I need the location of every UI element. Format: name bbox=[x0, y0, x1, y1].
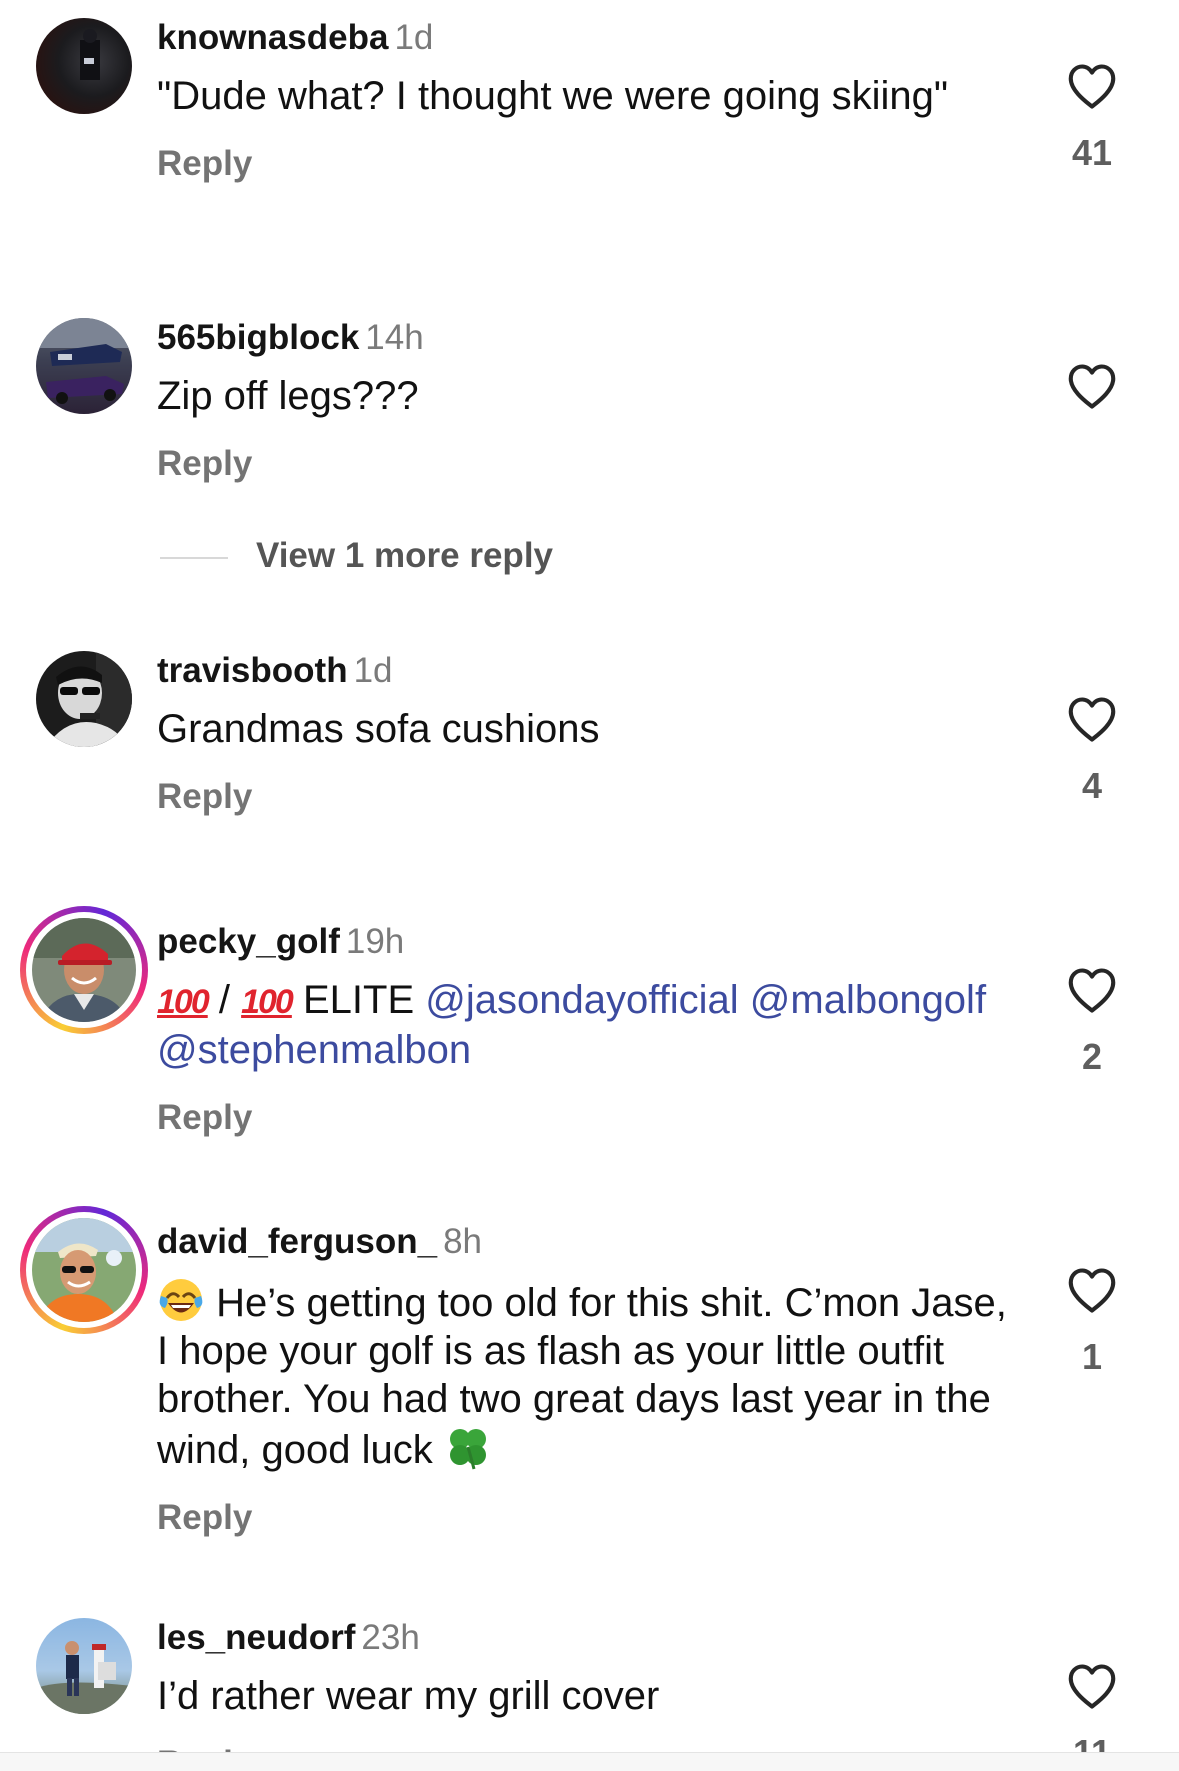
timestamp: 8h bbox=[443, 1222, 483, 1261]
comment-text: I’d rather wear my grill cover bbox=[157, 1674, 660, 1718]
comment-text: He’s getting too old for this shit. C’mo… bbox=[157, 1276, 1009, 1474]
comment-text: 100 / 100 ELITE @jasondayofficial @malbo… bbox=[157, 976, 1009, 1074]
reply-button[interactable]: Reply bbox=[157, 777, 252, 817]
heart-icon[interactable] bbox=[1066, 966, 1118, 1014]
timestamp: 23h bbox=[361, 1618, 420, 1657]
comment-header: pecky_golf 19h bbox=[157, 922, 1009, 962]
like-control: 1 bbox=[1060, 1266, 1124, 1378]
hundred-points-emoji: 100 bbox=[241, 983, 294, 1021]
avatar[interactable] bbox=[20, 906, 148, 1034]
avatar-image bbox=[36, 651, 132, 747]
mention-link[interactable]: @jasondayofficial bbox=[425, 978, 738, 1022]
like-control: 41 bbox=[1060, 62, 1124, 174]
like-count: 1 bbox=[1081, 1336, 1103, 1377]
timestamp: 14h bbox=[365, 318, 424, 357]
avatar[interactable] bbox=[36, 651, 132, 747]
like-count: 2 bbox=[1081, 1036, 1103, 1077]
four-leaf-clover-icon bbox=[449, 1429, 486, 1470]
avatar[interactable] bbox=[20, 1206, 148, 1334]
comment-header: les_neudorf 23h bbox=[157, 1618, 1009, 1658]
avatar-image bbox=[36, 1641, 132, 1714]
username[interactable]: pecky_golf bbox=[157, 922, 340, 961]
comment-text: Zip off legs??? bbox=[157, 374, 419, 418]
reply-button[interactable]: Reply bbox=[157, 1498, 252, 1538]
like-control: 2 bbox=[1060, 966, 1124, 1078]
view-more-replies-label: View 1 more reply bbox=[256, 536, 554, 575]
laughing-emoji-icon bbox=[159, 1279, 203, 1321]
avatar-image bbox=[36, 318, 132, 404]
username[interactable]: 565bigblock bbox=[157, 318, 359, 357]
comment-header: travisbooth 1d bbox=[157, 651, 1009, 691]
reply-button[interactable]: Reply bbox=[157, 144, 252, 184]
comment-header: knownasdeba 1d bbox=[157, 18, 1009, 58]
like-control bbox=[1060, 362, 1124, 410]
username[interactable]: knownasdeba bbox=[157, 18, 388, 57]
avatar-image bbox=[80, 29, 100, 80]
like-count: 4 bbox=[1081, 765, 1103, 806]
mention-link[interactable]: @stephenmalbon bbox=[157, 1028, 471, 1072]
view-replies-row: View 1 more reply bbox=[0, 536, 1179, 586]
reply-button[interactable]: Reply bbox=[157, 1098, 252, 1138]
like-count: 41 bbox=[1071, 132, 1113, 173]
avatar-image bbox=[32, 918, 136, 1022]
mention-link[interactable]: @malbongolf bbox=[750, 978, 986, 1022]
timestamp: 19h bbox=[345, 922, 405, 961]
reply-button[interactable]: Reply bbox=[157, 444, 252, 484]
heart-icon[interactable] bbox=[1066, 1662, 1118, 1710]
bottom-bar bbox=[0, 1752, 1179, 1771]
heart-icon[interactable] bbox=[1066, 1266, 1118, 1314]
comments-list: knownasdeba 1d "Dude what? I thought we w… bbox=[0, 0, 1179, 1752]
heart-icon[interactable] bbox=[1066, 695, 1118, 743]
divider bbox=[160, 556, 228, 559]
like-count: 11 bbox=[1060, 1732, 1124, 1752]
username[interactable]: travisbooth bbox=[157, 651, 348, 690]
comment-header: 565bigblock 14h bbox=[157, 318, 1009, 358]
elite-text: ELITE bbox=[302, 978, 415, 1022]
like-control: 4 bbox=[1060, 695, 1124, 807]
avatar[interactable] bbox=[36, 18, 132, 114]
heart-icon[interactable] bbox=[1066, 362, 1118, 410]
comment-header: david_ferguson_ 8h bbox=[157, 1222, 1009, 1262]
slash-text: / bbox=[218, 978, 230, 1022]
hundred-points-emoji: 100 bbox=[157, 983, 210, 1021]
avatar[interactable] bbox=[36, 1618, 132, 1714]
timestamp: 1d bbox=[394, 18, 434, 57]
comment-text: Grandmas sofa cushions bbox=[157, 707, 600, 751]
username[interactable]: les_neudorf bbox=[157, 1618, 355, 1657]
view-more-replies-button[interactable]: View 1 more reply bbox=[160, 536, 553, 576]
timestamp: 1d bbox=[353, 651, 393, 690]
reply-button[interactable]: Reply bbox=[157, 1744, 252, 1752]
comment-text: "Dude what? I thought we were going skii… bbox=[157, 74, 949, 118]
username[interactable]: david_ferguson_ bbox=[157, 1222, 437, 1261]
avatar[interactable] bbox=[36, 318, 132, 414]
like-control: 11 bbox=[1060, 1662, 1124, 1752]
avatar-image bbox=[32, 1218, 136, 1322]
comment-body-text: He’s getting too old for this shit. C’mo… bbox=[157, 1281, 1007, 1472]
heart-icon[interactable] bbox=[1066, 62, 1118, 110]
